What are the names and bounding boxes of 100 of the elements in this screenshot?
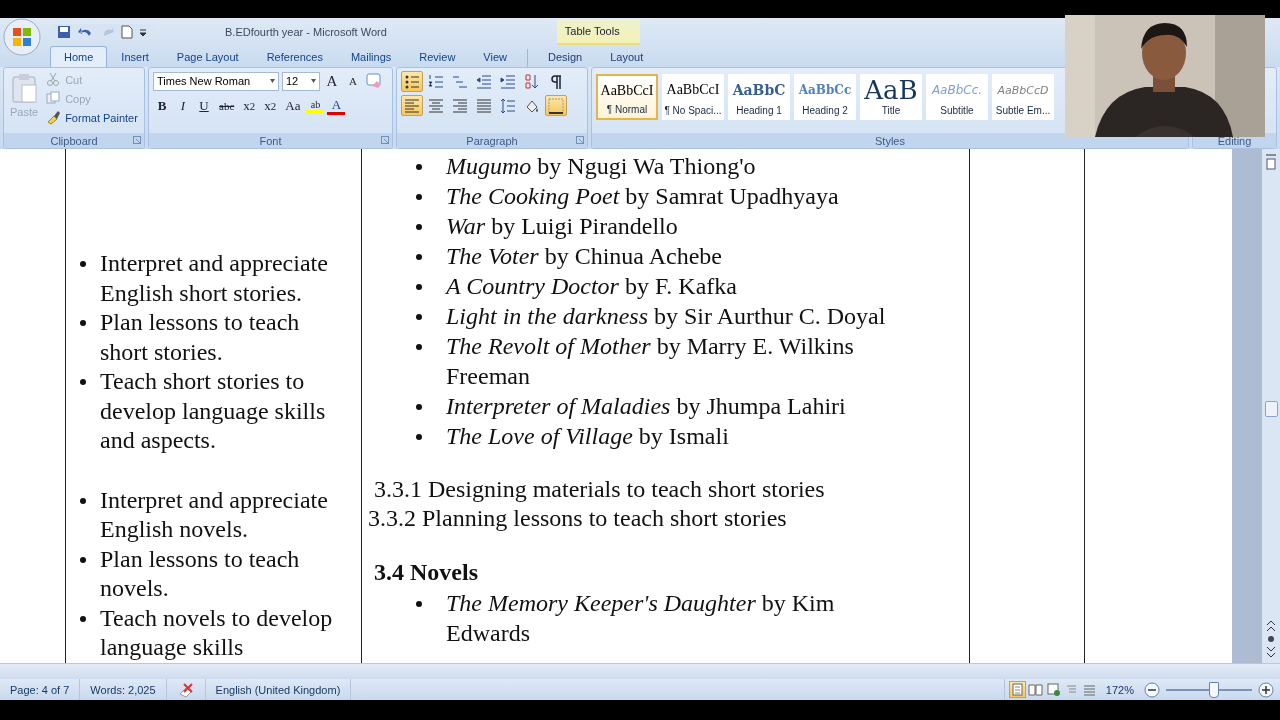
- list-item-text: A Country Doctor by F. Kafka: [446, 273, 737, 299]
- dropdown-icon: [311, 79, 316, 83]
- italic-button[interactable]: I: [174, 96, 192, 116]
- language-indicator[interactable]: English (United Kingdom): [205, 679, 352, 700]
- objective-text: Plan lessons to teach novels.: [100, 545, 300, 601]
- paintbrush-icon: [46, 110, 62, 125]
- list-item-text: Light in the darkness by Sir Aurthur C. Doyal: [446, 303, 886, 329]
- group-label: Paragraph: [466, 134, 518, 147]
- scroll-thumb[interactable]: [1265, 401, 1278, 417]
- copy-icon: [46, 91, 62, 106]
- bullet-icon: [80, 379, 86, 385]
- ribbon-tab[interactable]: Review: [405, 46, 470, 67]
- page-count[interactable]: Page: 4 of 7: [0, 679, 81, 700]
- zoom-in-icon[interactable]: [1258, 681, 1274, 698]
- style-option[interactable]: AaBbCcD Subtle Em...: [992, 74, 1054, 120]
- borders-button[interactable]: [545, 95, 567, 116]
- font-size-field[interactable]: 12: [282, 71, 320, 91]
- strike-button[interactable]: abc: [216, 96, 238, 116]
- style-option[interactable]: AaBbCcI ¶ Normal: [596, 74, 658, 120]
- underline-button[interactable]: U: [195, 96, 213, 116]
- office-button-icon[interactable]: [3, 17, 41, 56]
- new-document-icon[interactable]: [121, 24, 133, 39]
- next-page-icon[interactable]: [1265, 645, 1277, 659]
- objective-text: Teach short stories to develop language skills and aspects.: [100, 368, 326, 453]
- color-button[interactable]: A: [327, 97, 346, 115]
- objective-text: Teach novels to develop language skills: [100, 604, 333, 660]
- numbered-list-icon: [427, 72, 445, 91]
- bullet-icon: [416, 404, 422, 410]
- bullet-icon: [80, 261, 86, 267]
- vertical-scrollbar[interactable]: [1262, 149, 1280, 663]
- line-spacing-icon: [499, 96, 517, 115]
- ribbon-tab[interactable]: References: [252, 46, 337, 67]
- bullet-icon: [416, 344, 422, 350]
- bullet-icon: [416, 434, 422, 440]
- ribbon-tab[interactable]: Mailings: [336, 46, 406, 67]
- context-tab-label: Table Tools: [556, 18, 640, 45]
- zoom-slider-thumb[interactable]: [1209, 681, 1220, 698]
- list-item-text: War by Luigi Pirandello: [446, 213, 678, 239]
- sort-icon: [523, 72, 541, 91]
- list-item-text: The Love of Village by Ismali: [446, 423, 729, 449]
- bullet-icon: [80, 556, 86, 563]
- section-heading: 3.4 Novels: [374, 558, 479, 587]
- zoom-level[interactable]: 172%: [1105, 683, 1134, 696]
- previous-page-icon[interactable]: [1265, 619, 1277, 645]
- style-option[interactable]: AaBbC Heading 1: [728, 74, 790, 120]
- ruler-toggle-icon[interactable]: [1265, 153, 1277, 171]
- window-title: B.EDfourth year - Microsoft Word: [225, 25, 387, 38]
- web-view-button[interactable]: [1044, 681, 1062, 698]
- bullet-icon: [416, 284, 422, 290]
- reading-view-icon: [1027, 682, 1043, 697]
- objective-text: Interpret and appreciate English short stories.: [100, 250, 328, 306]
- painter-button[interactable]: Format Painter: [44, 109, 140, 126]
- case-button[interactable]: Aa: [282, 96, 304, 116]
- save-icon[interactable]: [57, 24, 71, 39]
- shrink-font-button[interactable]: A: [344, 71, 362, 91]
- bullet-icon: [80, 615, 86, 622]
- align-center-icon: [427, 96, 445, 115]
- ribbon-tab[interactable]: Design: [534, 46, 597, 67]
- dropdown-icon: [270, 79, 275, 83]
- dialog-launcher-icon[interactable]: [381, 136, 389, 144]
- clear-formatting-icon[interactable]: [365, 72, 383, 90]
- bullet-icon: [80, 497, 86, 504]
- objective-text: Interpret and appreciate English novels.: [100, 486, 328, 542]
- ribbon-tab[interactable]: Layout: [596, 46, 658, 67]
- align-right-icon: [451, 96, 469, 115]
- increase-indent-icon: [499, 72, 517, 91]
- ribbon-tab[interactable]: Insert: [107, 46, 163, 67]
- reading-view-button[interactable]: [1026, 681, 1044, 698]
- horizontal-scrollbar[interactable]: [0, 663, 1280, 679]
- section-heading: 3.3.2 Planning lessons to teach short stories: [368, 504, 788, 533]
- bullet-icon: [416, 314, 422, 320]
- highlight-button[interactable]: ab: [306, 98, 325, 114]
- bullet-icon: [416, 254, 422, 260]
- list-item-text: Interpreter of Maladies by Jhumpa Lahiri: [446, 393, 846, 419]
- bullet-icon: [416, 601, 422, 607]
- style-option[interactable]: AaBbCc Heading 2: [794, 74, 856, 120]
- grow-font-button[interactable]: A: [323, 71, 341, 91]
- bold-button[interactable]: B: [153, 96, 171, 116]
- style-option[interactable]: AaBbCcI ¶ No Spaci...: [662, 74, 724, 120]
- ribbon-tab[interactable]: Page Layout: [162, 46, 253, 67]
- ribbon-tab[interactable]: Home: [50, 46, 108, 67]
- word-count[interactable]: Words: 2,025: [80, 679, 167, 700]
- dialog-launcher-icon[interactable]: [133, 136, 141, 144]
- bullet-list-button[interactable]: [401, 71, 423, 92]
- web-view-icon: [1045, 682, 1061, 697]
- customize-icon[interactable]: [139, 26, 147, 37]
- dialog-launcher-icon[interactable]: [576, 136, 584, 144]
- borders-icon: [547, 96, 565, 115]
- font-name-field[interactable]: Times New Roman: [153, 71, 279, 91]
- style-option[interactable]: AaBbCc. Subtitle: [926, 74, 988, 120]
- list-item-text: The Cooking Poet by Samrat Upadhyaya: [446, 183, 839, 209]
- bullet-icon: [416, 164, 422, 170]
- zoom-out-icon[interactable]: [1144, 681, 1160, 698]
- clipboard-icon: [11, 73, 38, 103]
- print-view-button[interactable]: [1008, 681, 1026, 698]
- print-view-icon: [1009, 682, 1025, 697]
- objective-text: Plan lessons to teach short stories.: [100, 309, 300, 365]
- style-option[interactable]: AaB Title: [860, 74, 922, 120]
- group-label: Font: [259, 134, 282, 147]
- ribbon-tab[interactable]: View: [469, 46, 521, 67]
